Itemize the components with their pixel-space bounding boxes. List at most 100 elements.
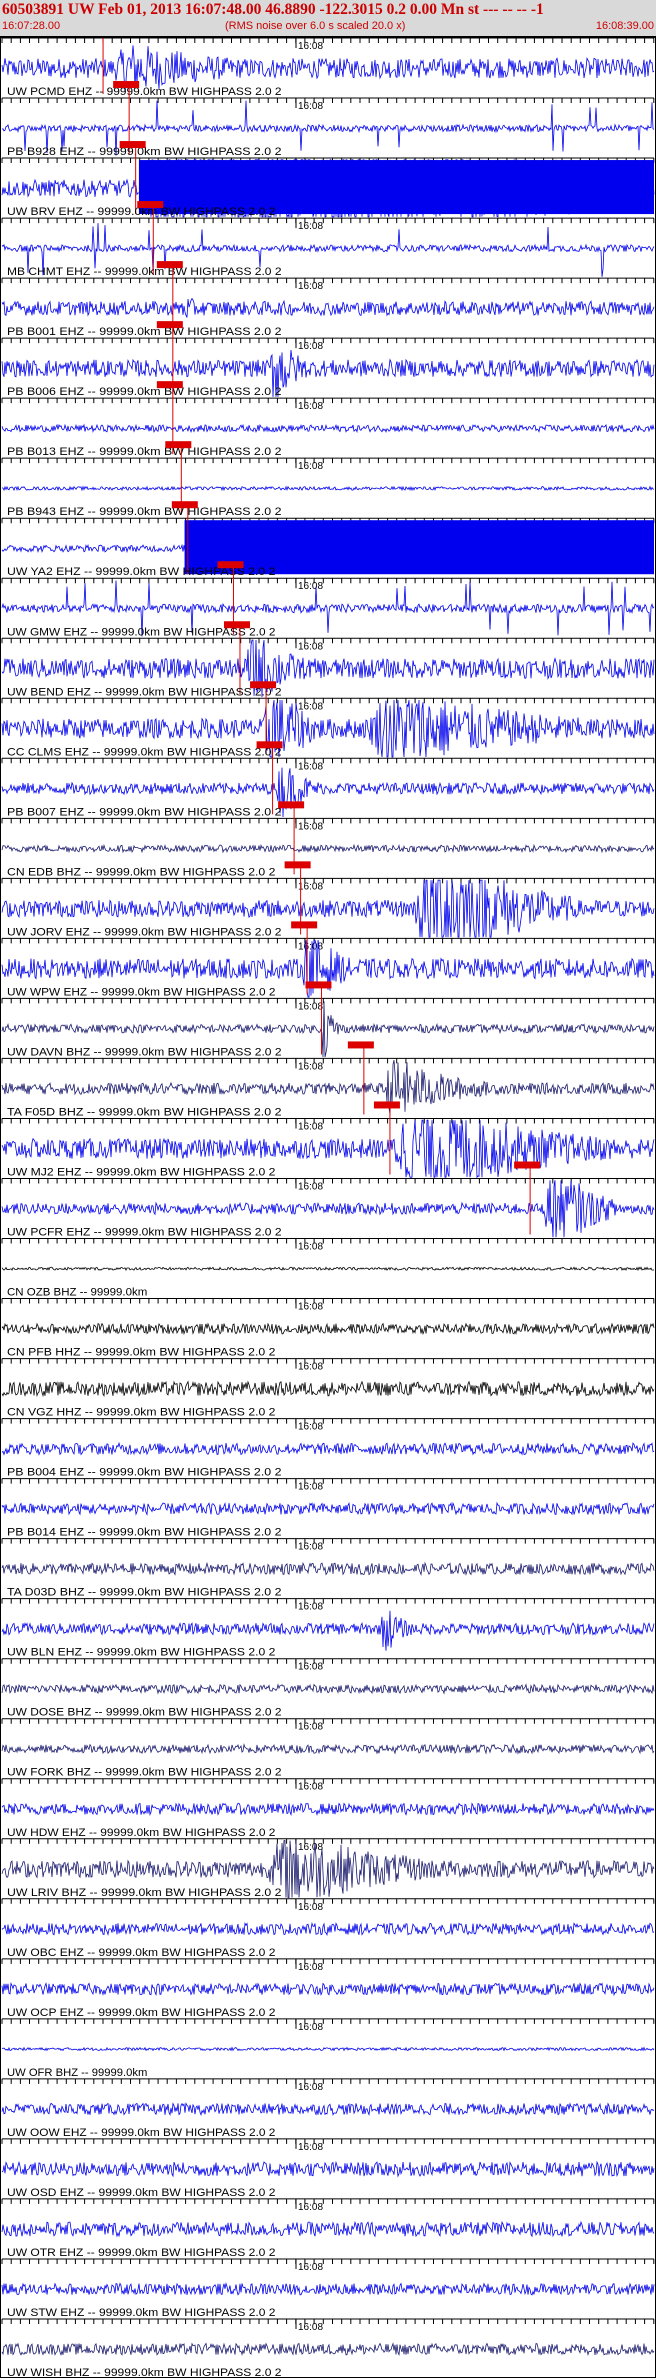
minute-tick-label: 16:08: [298, 401, 323, 412]
station-label: UW OTR EHZ -- 99999.0km BW HIGHPASS 2.0 …: [7, 2247, 275, 2259]
minute-tick-label: 16:08: [298, 2082, 323, 2093]
trace-row: 16:08 UW WISH BHZ -- 99999.0km BW HIGHPAS…: [1, 2318, 655, 2378]
trace-row: 16:08 UW STW EHZ -- 99999.0km BW HIGHPASS…: [1, 2258, 655, 2319]
trace-row: 16:08 TA D03D BHZ -- 99999.0km BW HIGHPAS…: [1, 1538, 655, 1599]
station-label: UW LRIV BHZ -- 99999.0km BW HIGHPASS 2.0…: [7, 1887, 282, 1899]
phase-pick-flag: [278, 801, 305, 809]
minute-tick-label: 16:08: [298, 2022, 323, 2033]
axis-ticks: [1, 638, 655, 644]
minute-tick-label: 16:08: [298, 1842, 323, 1853]
axis-ticks: [1, 98, 655, 104]
phase-pick-flag: [256, 741, 283, 749]
phase-pick-flag: [165, 441, 192, 449]
axis-ticks: [1, 2078, 655, 2084]
phase-pick-flag: [291, 921, 318, 929]
waveform-trace: [1, 1322, 655, 1336]
station-label: UW DOSE BHZ -- 99999.0km BW HIGHPASS 2.0…: [7, 1707, 282, 1719]
minute-tick-label: 16:08: [298, 2142, 323, 2153]
phase-pick-flag: [156, 321, 183, 329]
trace-row: 16:08 UW HDW EHZ -- 99999.0km BW HIGHPASS…: [1, 1778, 655, 1839]
axis-ticks: [1, 878, 655, 884]
station-label: CC CLMS EHZ -- 99999.0km BW HIGHPASS 2.0…: [7, 746, 282, 758]
minute-tick-label: 16:08: [298, 1362, 323, 1373]
waveform-trace: [1, 1982, 655, 1997]
axis-ticks: [1, 758, 655, 764]
waveform-trace: [1, 2046, 655, 2052]
station-label: UW OSD EHZ -- 99999.0km BW HIGHPASS 2.0 …: [7, 2187, 275, 2199]
axis-ticks: [1, 578, 655, 584]
minute-tick-label: 16:08: [298, 461, 323, 472]
axis-ticks: [1, 2138, 655, 2144]
seismogram-plot: 16:08 UW PCMD EHZ -- 99999.0km BW HIGHPAS…: [0, 37, 656, 2378]
axis-ticks: [1, 1478, 655, 1484]
minute-tick-label: 16:08: [298, 1722, 323, 1733]
minute-tick-label: 16:08: [298, 1121, 323, 1132]
station-label: UW OFR BHZ -- 99999.0km: [7, 2067, 147, 2079]
station-label: UW OCP EHZ -- 99999.0km BW HIGHPASS 2.0 …: [7, 2007, 275, 2019]
minute-tick-label: 16:08: [298, 641, 323, 652]
minute-tick-label: 16:08: [298, 1061, 323, 1072]
trace-row: 16:08 UW OSD EHZ -- 99999.0km BW HIGHPASS…: [1, 2138, 655, 2199]
phase-pick-flag: [119, 141, 146, 149]
phase-pick-flag: [113, 81, 140, 89]
axis-ticks: [1, 1898, 655, 1904]
trace-row: 16:08 UW OTR EHZ -- 99999.0km BW HIGHPASS…: [1, 2198, 655, 2259]
station-label: PB B004 EHZ -- 99999.0km BW HIGHPASS 2.0…: [7, 1467, 282, 1479]
axis-ticks: [1, 1298, 655, 1304]
axis-ticks: [1, 1538, 655, 1544]
trace-row: 16:08 PB B014 EHZ -- 99999.0km BW HIGHPAS…: [1, 1478, 655, 1539]
waveform-trace: [1, 2102, 655, 2117]
trace-row: 16:08 UW OCP EHZ -- 99999.0km BW HIGHPASS…: [1, 1958, 655, 2019]
station-label: UW WISH BHZ -- 99999.0km BW HIGHPASS 2.0…: [7, 2367, 282, 2378]
axis-ticks: [1, 1598, 655, 1604]
station-label: UW BEND EHZ -- 99999.0km BW HIGHPASS 2.0…: [7, 686, 282, 698]
station-label: UW JORV EHZ -- 99999.0km BW HIGHPASS 2.0…: [7, 926, 282, 938]
minute-tick-label: 16:08: [298, 341, 323, 352]
axis-ticks: [1, 1238, 655, 1244]
axis-ticks: [1, 938, 655, 944]
waveform-trace: [1, 2282, 655, 2296]
phase-pick-flag: [347, 1041, 374, 1049]
minute-tick-label: 16:08: [298, 1902, 323, 1913]
station-label: PB B007 EHZ -- 99999.0km BW HIGHPASS 2.0…: [7, 806, 282, 818]
station-label: UW MJ2 EHZ -- 99999.0km BW HIGHPASS 2.0 …: [7, 1166, 275, 1178]
end-time: 16:08:39.00: [595, 20, 654, 32]
minute-tick-label: 16:08: [298, 1181, 323, 1192]
minute-tick-label: 16:08: [298, 1662, 323, 1673]
waveform-trace: [1, 1441, 655, 1457]
waveform-trace: [1, 297, 655, 318]
minute-tick-label: 16:08: [298, 821, 323, 832]
minute-tick-label: 16:08: [298, 221, 323, 232]
axis-ticks: [1, 998, 655, 1004]
trace-row: 16:08 UW PCMD EHZ -- 99999.0km BW HIGHPAS…: [1, 37, 655, 98]
station-label: CN VGZ HHZ -- 99999.0km BW HIGHPASS 2.0 …: [7, 1407, 275, 1419]
minute-tick-label: 16:08: [298, 1302, 323, 1313]
station-label: CN PFB HHZ -- 99999.0km BW HIGHPASS 2.0 …: [7, 1347, 275, 1359]
trace-row: 16:08 UW LRIV BHZ -- 99999.0km BW HIGHPAS…: [1, 1838, 655, 1899]
minute-tick-label: 16:08: [298, 1602, 323, 1613]
minute-tick-label: 16:08: [298, 1242, 323, 1253]
station-label: PB B013 EHZ -- 99999.0km BW HIGHPASS 2.0…: [7, 446, 282, 458]
start-time: 16:07:28.00: [2, 20, 61, 32]
axis-ticks: [1, 698, 655, 704]
phase-pick-flag: [223, 621, 250, 629]
trace-row: 16:08 CN VGZ HHZ -- 99999.0km BW HIGHPASS…: [1, 1358, 655, 1419]
station-label: UW STW EHZ -- 99999.0km BW HIGHPASS 2.0 …: [7, 2307, 275, 2319]
waveform-trace: [1, 423, 655, 434]
phase-pick-flag: [217, 561, 244, 569]
trace-row: 16:08 UW OFR BHZ -- 99999.0km: [1, 2018, 655, 2079]
minute-tick-label: 16:08: [298, 941, 323, 952]
axis-ticks: [1, 1118, 655, 1124]
station-label: CN OZB BHZ -- 99999.0km: [7, 1287, 147, 1299]
phase-pick-flag: [156, 261, 183, 269]
phase-pick-flag: [156, 381, 183, 389]
minute-tick-label: 16:08: [298, 881, 323, 892]
phase-pick-flag: [305, 981, 332, 989]
station-label: UW OOW EHZ -- 99999.0km BW HIGHPASS 2.0 …: [7, 2127, 275, 2139]
waveform-trace: [1, 2160, 655, 2178]
minute-tick-label: 16:08: [298, 281, 323, 292]
axis-ticks: [1, 2258, 655, 2264]
trace-row: 16:08 UW DOSE BHZ -- 99999.0km BW HIGHPAS…: [1, 1658, 655, 1719]
minute-tick-label: 16:08: [298, 761, 323, 772]
station-label: CN EDB BHZ -- 99999.0km BW HIGHPASS 2.0 …: [7, 866, 275, 878]
